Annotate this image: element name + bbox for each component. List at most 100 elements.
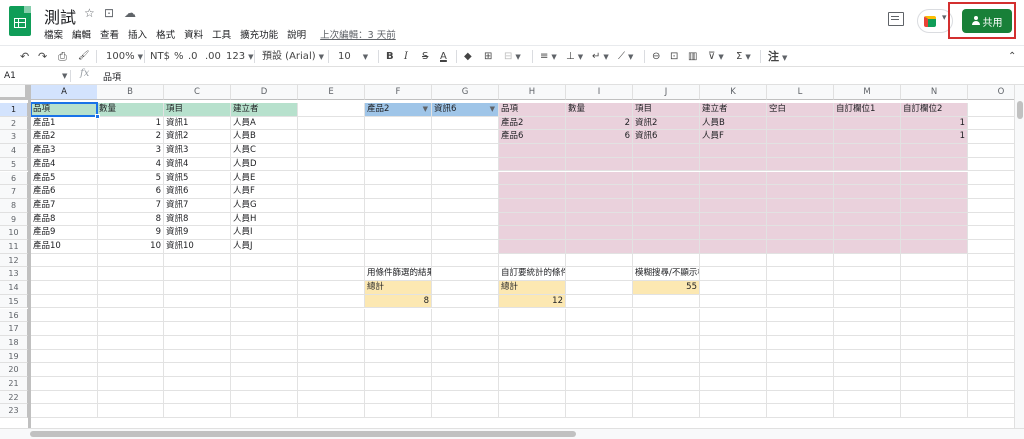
grid-cell[interactable] xyxy=(968,158,1014,172)
filter-result-cell[interactable] xyxy=(700,226,767,240)
grid-cell[interactable] xyxy=(499,253,566,268)
cell-j1[interactable]: 項目 xyxy=(633,103,700,117)
increase-decimal-button[interactable]: .00 xyxy=(205,49,221,64)
cell-a9[interactable]: 產品8 xyxy=(31,212,98,227)
grid-cell[interactable] xyxy=(968,117,1014,131)
grid-cell[interactable] xyxy=(31,253,98,268)
cell-j3[interactable]: 資訊6 xyxy=(633,130,700,145)
cell-b10[interactable]: 9 xyxy=(97,226,164,240)
grid-cell[interactable] xyxy=(499,349,566,364)
grid-cell[interactable] xyxy=(566,322,633,336)
cell-c5[interactable]: 資訊4 xyxy=(164,157,231,172)
grid-cell[interactable] xyxy=(499,322,566,336)
grid-cell[interactable] xyxy=(298,157,365,172)
filter-result-cell[interactable] xyxy=(834,198,901,213)
grid-cell[interactable] xyxy=(432,281,499,295)
grid-cell[interactable] xyxy=(432,226,499,240)
cell-b9[interactable]: 8 xyxy=(97,212,164,227)
filter-result-cell[interactable] xyxy=(767,185,834,199)
grid-cell[interactable] xyxy=(432,240,499,254)
column-header-d[interactable]: D xyxy=(231,85,298,100)
filter-result-cell[interactable] xyxy=(901,240,968,254)
row-header-16[interactable]: 16 xyxy=(0,308,28,323)
filter-result-cell[interactable] xyxy=(834,171,901,186)
grid-cell[interactable] xyxy=(633,335,700,350)
row-header-13[interactable]: 13 xyxy=(0,267,28,282)
grid-cell[interactable] xyxy=(834,377,901,391)
star-icon[interactable]: ☆ xyxy=(84,6,95,20)
grid-cell[interactable] xyxy=(231,404,298,419)
grid-cell[interactable] xyxy=(432,349,499,364)
grid-cell[interactable] xyxy=(968,363,1014,377)
filter-result-cell[interactable] xyxy=(566,185,633,199)
text-rotation-icon[interactable]: ⟋ ▼ xyxy=(618,49,633,64)
grid-cell[interactable] xyxy=(968,404,1014,419)
zoom-select[interactable]: 100% ▼ xyxy=(106,49,143,64)
grid-cell[interactable] xyxy=(700,281,767,295)
row-header-20[interactable]: 20 xyxy=(0,363,28,377)
cell-c10[interactable]: 資訊9 xyxy=(164,226,231,240)
grid-cell[interactable] xyxy=(164,390,231,405)
grid-cell[interactable] xyxy=(365,240,432,254)
filter-result-cell[interactable] xyxy=(901,226,968,240)
grid-cell[interactable] xyxy=(968,336,1014,350)
row-header-3[interactable]: 3 xyxy=(0,130,28,145)
text-color-button[interactable]: A xyxy=(440,49,447,64)
fill-color-icon[interactable]: ◆ xyxy=(464,49,472,64)
grid-cell[interactable] xyxy=(31,363,98,377)
grid-cell[interactable] xyxy=(633,377,700,391)
grid-cell[interactable] xyxy=(834,294,901,309)
cell-a7[interactable]: 產品6 xyxy=(31,185,98,199)
grid-cell[interactable] xyxy=(231,335,298,350)
filter-result-cell[interactable] xyxy=(901,185,968,199)
grid-cell[interactable] xyxy=(767,281,834,295)
grid-cell[interactable] xyxy=(432,116,499,131)
font-size-select[interactable]: 10 ▼ xyxy=(338,49,368,64)
grid-cell[interactable] xyxy=(231,390,298,405)
grid-cell[interactable] xyxy=(365,144,432,158)
cell-a1[interactable]: 品項 xyxy=(31,103,98,117)
horizontal-align-icon[interactable]: ≡ ▼ xyxy=(540,49,557,64)
grid-cell[interactable] xyxy=(298,294,365,309)
cell-a6[interactable]: 產品5 xyxy=(31,171,98,186)
grid-cell[interactable] xyxy=(97,404,164,419)
currency-format-button[interactable]: NT$ xyxy=(150,49,170,64)
name-box[interactable]: A1 ▼ xyxy=(4,69,67,83)
grid-cell[interactable] xyxy=(566,294,633,309)
grid-cell[interactable] xyxy=(700,390,767,405)
row-header-5[interactable]: 5 xyxy=(0,157,28,172)
cell-f15[interactable]: 8 xyxy=(365,294,432,309)
vertical-scroll-thumb[interactable] xyxy=(1017,101,1023,119)
filter-result-cell[interactable] xyxy=(566,171,633,186)
filter-result-cell[interactable] xyxy=(834,212,901,227)
cell-i3[interactable]: 6 xyxy=(566,130,633,145)
grid-cell[interactable] xyxy=(298,308,365,323)
row-header-1[interactable]: 1 xyxy=(0,103,28,117)
grid-cell[interactable] xyxy=(31,281,98,295)
filter-result-cell[interactable] xyxy=(499,144,566,158)
cell-m3[interactable] xyxy=(834,130,901,145)
grid-cell[interactable] xyxy=(700,294,767,309)
filter-result-cell[interactable] xyxy=(834,144,901,158)
print-icon[interactable]: ⎙ xyxy=(58,49,67,64)
cell-d1[interactable]: 建立者 xyxy=(231,103,298,117)
grid-cell[interactable] xyxy=(164,308,231,323)
cell-h15[interactable]: 12 xyxy=(499,294,566,309)
grid-cell[interactable] xyxy=(968,267,1014,282)
column-header-e[interactable]: E xyxy=(298,85,365,100)
redo-icon[interactable]: ↷ xyxy=(38,49,47,64)
grid-cell[interactable] xyxy=(432,267,499,282)
grid-cell[interactable] xyxy=(566,253,633,268)
grid-cell[interactable] xyxy=(968,254,1014,268)
cell-b7[interactable]: 6 xyxy=(97,185,164,199)
grid-cell[interactable] xyxy=(834,390,901,405)
decrease-decimal-button[interactable]: .0 xyxy=(188,49,198,64)
filter-result-cell[interactable] xyxy=(499,226,566,240)
menu-data[interactable]: 資料 xyxy=(184,27,203,41)
filter-result-cell[interactable] xyxy=(901,212,968,227)
grid-cell[interactable] xyxy=(968,309,1014,323)
row-header-8[interactable]: 8 xyxy=(0,198,28,213)
filter-result-cell[interactable] xyxy=(566,240,633,254)
grid-cell[interactable] xyxy=(164,404,231,419)
grid-cell[interactable] xyxy=(901,253,968,268)
